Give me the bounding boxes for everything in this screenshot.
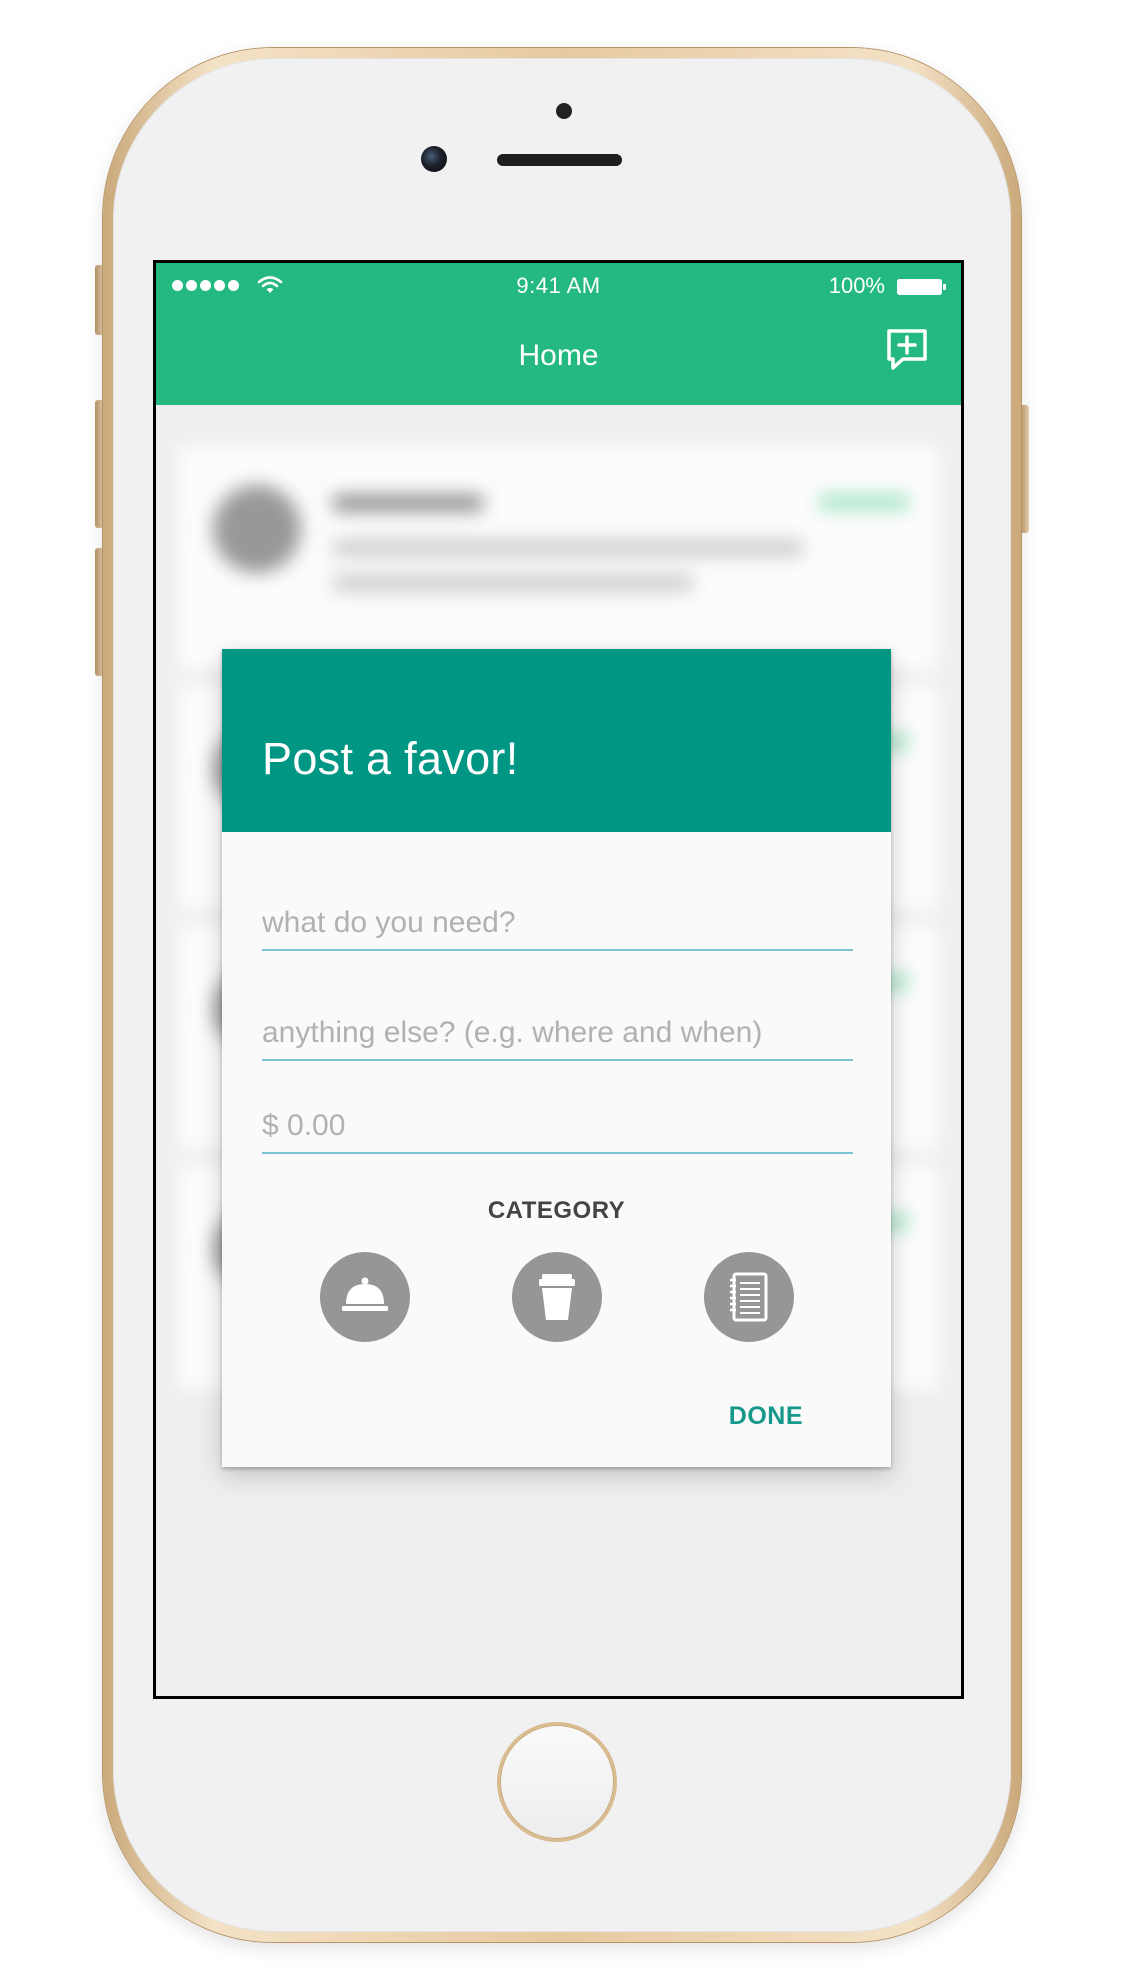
feed-card	[178, 445, 939, 670]
category-service-button[interactable]	[320, 1252, 410, 1342]
post-favor-dialog: Post a favor! CATEGORY	[222, 649, 891, 1467]
dialog-title: Post a favor!	[262, 733, 519, 784]
phone-screen: 9:41 AM 100% Home Post a favor! what do …	[153, 260, 964, 1699]
page-title: Home	[518, 339, 599, 372]
new-post-icon[interactable]	[883, 325, 931, 373]
coffee-cup-icon	[539, 1274, 575, 1320]
proximity-sensor	[556, 103, 572, 119]
price-field	[262, 1100, 853, 1154]
notebook-icon	[730, 1272, 768, 1322]
category-coffee-button[interactable]	[512, 1252, 602, 1342]
category-label: CATEGORY	[487, 1197, 626, 1224]
power-button	[1020, 405, 1029, 533]
price-input[interactable]	[262, 1100, 853, 1152]
details-field	[262, 1007, 853, 1061]
earpiece-speaker	[497, 154, 622, 166]
front-camera	[421, 146, 447, 172]
app-bar: 9:41 AM 100% Home	[156, 263, 961, 405]
need-input[interactable]	[262, 897, 853, 949]
need-field	[262, 897, 853, 951]
avatar	[213, 485, 301, 573]
details-input[interactable]	[262, 1007, 853, 1059]
dialog-header: Post a favor!	[222, 649, 891, 832]
battery-percentage: 100%	[828, 273, 885, 298]
app-screen: 9:41 AM 100% Home Post a favor! what do …	[156, 263, 961, 1696]
battery-icon	[897, 279, 946, 295]
home-button[interactable]	[500, 1725, 614, 1839]
status-bar: 9:41 AM 100%	[156, 263, 961, 305]
done-button[interactable]: DONE	[729, 1402, 803, 1431]
category-notes-button[interactable]	[704, 1252, 794, 1342]
service-bell-icon	[342, 1277, 388, 1311]
